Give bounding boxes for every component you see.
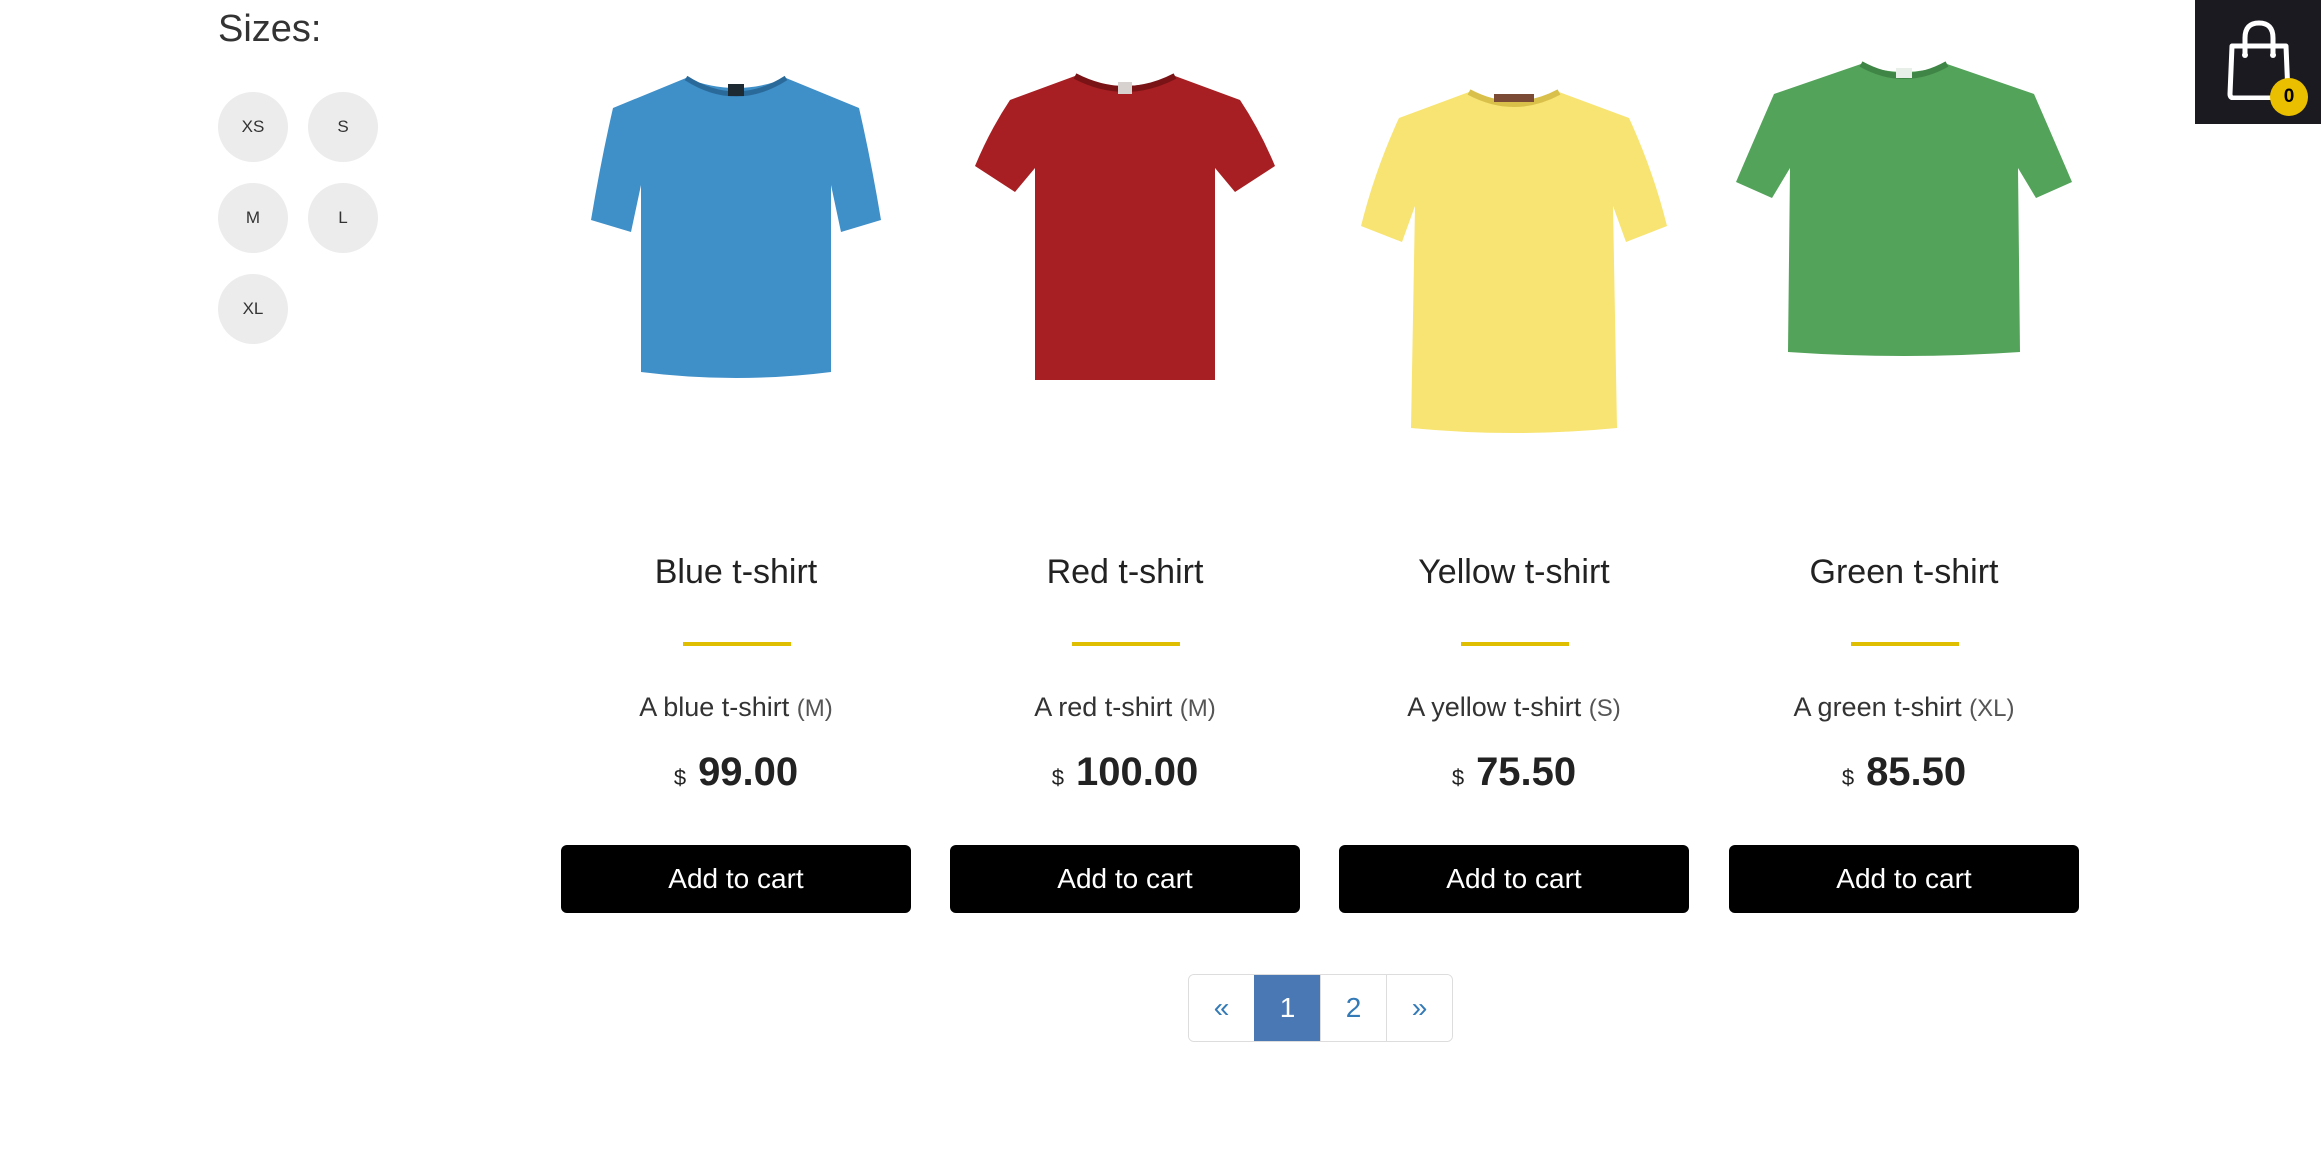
sizes-filter-title: Sizes: [218,8,322,50]
product-description: A blue t-shirt (M) [561,692,911,723]
price-amount: 75.50 [1476,750,1577,794]
pagination-page-2[interactable]: 2 [1320,975,1386,1041]
price-amount: 100.00 [1075,750,1199,794]
size-tag: (M) [1179,695,1216,722]
pagination: « 1 2 » [1188,974,1453,1042]
currency-symbol: $ [1451,765,1465,790]
blue-tshirt-image[interactable] [561,50,911,480]
product-divider [683,642,791,646]
product-divider [1461,642,1569,646]
size-tag: (S) [1588,695,1621,722]
size-filter-s[interactable]: S [308,92,378,162]
product-card: Yellow t-shirt A yellow t-shirt (S) $75.… [1339,0,1689,930]
size-tag: (XL) [1969,695,2015,722]
add-to-cart-button[interactable]: Add to cart [1339,845,1689,913]
green-tshirt-image[interactable] [1729,50,2079,480]
size-filter-m[interactable]: M [218,183,288,253]
currency-symbol: $ [673,765,687,790]
product-name: Green t-shirt [1809,553,1999,591]
product-price: $99.00 [561,750,911,795]
price-amount: 99.00 [698,750,799,794]
add-to-cart-button[interactable]: Add to cart [950,845,1300,913]
pagination-prev[interactable]: « [1189,975,1254,1041]
product-card: Red t-shirt A red t-shirt (M) $100.00 Ad… [950,0,1300,930]
product-price: $85.50 [1729,750,2079,795]
product-divider [1072,642,1180,646]
product-description: A red t-shirt (M) [950,692,1300,723]
product-divider [1851,642,1959,646]
size-tag: (M) [796,695,833,722]
price-amount: 85.50 [1866,750,1967,794]
description-text: A blue t-shirt [639,692,790,722]
pagination-next[interactable]: » [1386,975,1452,1041]
description-text: A green t-shirt [1793,692,1962,722]
currency-symbol: $ [1051,765,1064,790]
description-text: A yellow t-shirt [1407,692,1582,722]
product-name: Red t-shirt [1046,553,1204,591]
cart-count-badge: 0 [2270,78,2308,116]
description-text: A red t-shirt [1034,692,1173,722]
add-to-cart-button[interactable]: Add to cart [561,845,911,913]
add-to-cart-button[interactable]: Add to cart [1729,845,2079,913]
size-filter-xs[interactable]: XS [218,92,288,162]
size-filter-l[interactable]: L [308,183,378,253]
product-name: Blue t-shirt [654,553,818,591]
pagination-page-1[interactable]: 1 [1254,975,1320,1041]
product-name: Yellow t-shirt [1418,553,1610,591]
product-card: Blue t-shirt A blue t-shirt (M) $99.00 A… [561,0,911,930]
currency-symbol: $ [1841,765,1855,790]
product-card: Green t-shirt A green t-shirt (XL) $85.5… [1729,0,2079,930]
cart-button[interactable]: 0 [2195,0,2321,124]
product-description: A green t-shirt (XL) [1729,692,2079,723]
product-price: $100.00 [950,750,1300,795]
size-filter-xl[interactable]: XL [218,274,288,344]
product-price: $75.50 [1339,750,1689,795]
red-tshirt-image[interactable] [950,50,1300,480]
product-description: A yellow t-shirt (S) [1339,692,1689,723]
yellow-tshirt-image[interactable] [1339,50,1689,480]
